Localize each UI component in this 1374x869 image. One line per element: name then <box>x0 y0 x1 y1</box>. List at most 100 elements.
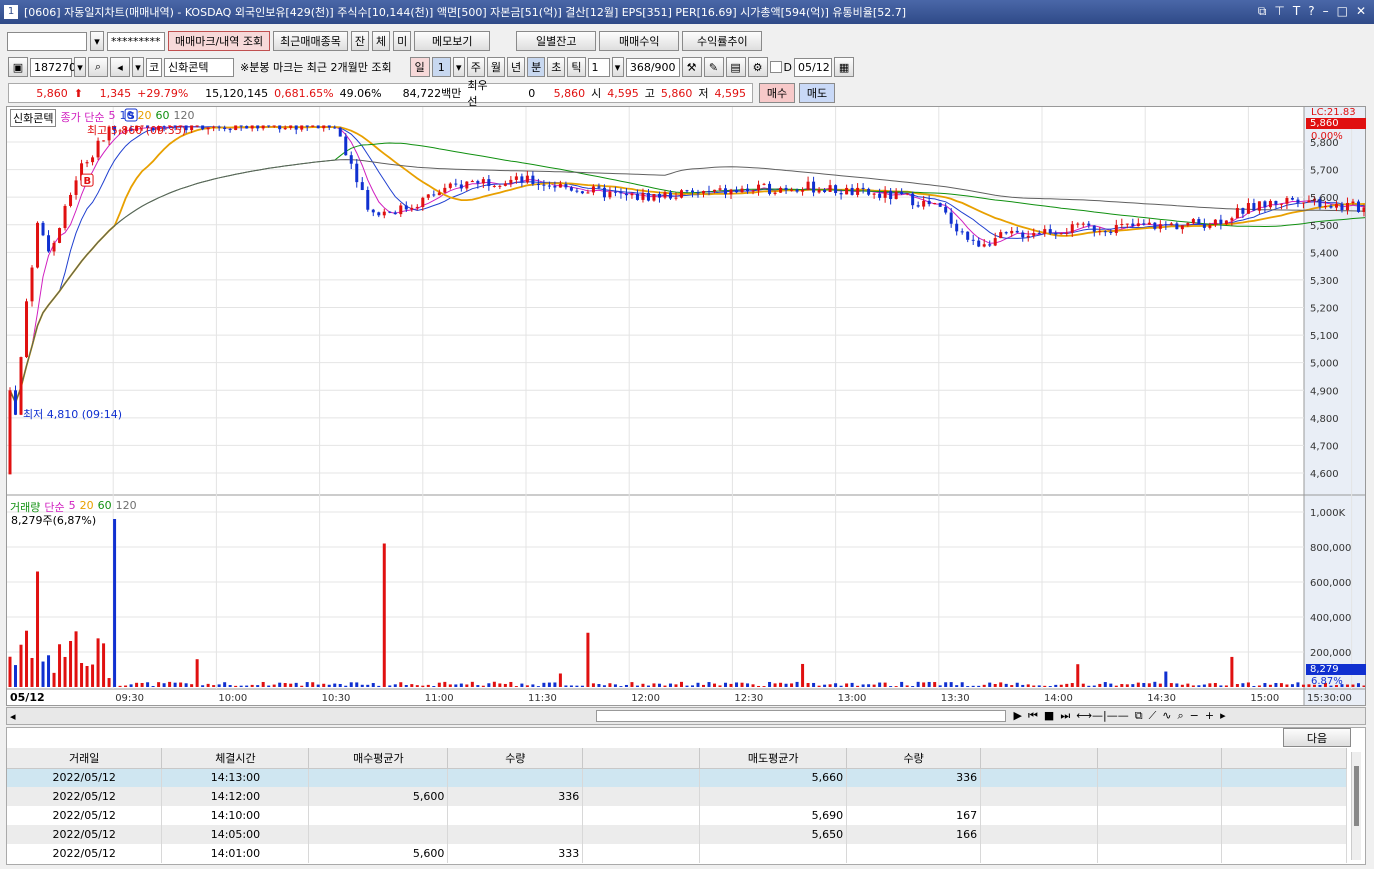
period-minute[interactable]: 분 <box>527 57 546 77</box>
interval-dropdown[interactable]: ▾ <box>611 57 624 77</box>
buy-button[interactable]: 매수 <box>759 83 795 103</box>
volume-bar <box>1158 683 1162 687</box>
low-price: 4,595 <box>714 86 747 100</box>
volume-bar <box>850 682 854 687</box>
save-icon[interactable]: ▤ <box>725 57 746 77</box>
zoom-out-icon[interactable]: − <box>1190 709 1199 723</box>
volume-bar <box>503 683 507 687</box>
volume-bar <box>828 684 832 687</box>
candle-body <box>1010 230 1014 234</box>
pin-icon[interactable]: ⊤ <box>1274 4 1284 19</box>
table-row[interactable]: 2022/05/12 14:12:00 5,600 336 <box>7 787 1348 806</box>
password-input[interactable]: ********* <box>107 31 165 51</box>
date-checkbox[interactable] <box>769 61 782 73</box>
table-cell: 336 <box>447 787 584 806</box>
close-icon[interactable]: ✕ <box>1356 4 1366 19</box>
table-cell <box>1097 825 1222 844</box>
zoom-slider-icon[interactable]: ⟷—|—— <box>1076 709 1128 723</box>
search-icon[interactable]: ⌕ <box>88 57 108 77</box>
magnify-icon[interactable]: ⌕ <box>1177 709 1183 723</box>
filled-button[interactable]: 체 <box>372 31 391 51</box>
candle-body <box>641 193 645 200</box>
candle-body <box>52 242 56 252</box>
volume-bar <box>305 682 309 687</box>
text-icon[interactable]: T <box>1293 4 1300 19</box>
stop-icon[interactable]: ■ <box>1044 709 1054 723</box>
candle-body <box>564 184 568 188</box>
candle-body <box>773 192 777 194</box>
up-arrow-icon: ⬆ <box>73 86 83 100</box>
period-day-count[interactable]: 1 <box>431 57 451 77</box>
candle-body <box>999 232 1003 239</box>
gear-icon[interactable]: ⚙ <box>747 57 768 77</box>
scroll-right-icon[interactable]: ▸ <box>1220 709 1226 723</box>
unfilled-button[interactable]: 미 <box>393 31 412 51</box>
chart-scrollbar[interactable]: ◂ ▶ ⏮ ■ ⏭ ⟷—|—— ⧉ ⟋ ∿ ⌕ − + ▸ <box>6 707 1366 725</box>
sound-icon[interactable]: ◂ <box>110 57 130 77</box>
calendar-icon[interactable]: ▦ <box>834 57 855 77</box>
period-month[interactable]: 월 <box>486 57 506 77</box>
recent-trades-button[interactable]: 최근매매종목 <box>273 31 348 51</box>
scroll-left-icon[interactable]: ◂ <box>10 710 16 723</box>
count-input[interactable]: 368/900 <box>625 57 680 77</box>
candle-body <box>327 125 331 128</box>
candle-body <box>36 222 40 268</box>
candle-body <box>1015 230 1019 233</box>
rewind-icon[interactable]: ⏮ <box>1028 709 1038 723</box>
code-dropdown[interactable]: ▾ <box>74 57 86 77</box>
volume-tick-label: 200,000 <box>1310 648 1351 659</box>
volume-bar <box>751 684 755 687</box>
wave-tool-icon[interactable]: ∿ <box>1162 709 1171 723</box>
period-dropdown[interactable]: ▾ <box>452 57 465 77</box>
table-row[interactable]: 2022/05/12 14:13:00 5,660 336 <box>7 768 1348 787</box>
sound-dropdown[interactable]: ▾ <box>132 57 144 77</box>
table-row[interactable]: 2022/05/12 14:01:00 5,600 333 <box>7 844 1348 863</box>
scroll-thumb[interactable] <box>595 710 1006 722</box>
chart-area[interactable]: BSBSSSB 5,8005,7005,6005,5005,4005,3005,… <box>6 106 1366 706</box>
zoom-in-icon[interactable]: + <box>1205 709 1214 723</box>
restore-icon[interactable]: ⧉ <box>1258 4 1267 19</box>
help-icon[interactable]: ? <box>1308 4 1314 19</box>
daily-balance-button[interactable]: 일별잔고 <box>516 31 597 51</box>
draw-icon[interactable]: ✎ <box>703 57 724 77</box>
next-button[interactable]: 다음 <box>1283 728 1351 747</box>
interval-input[interactable]: 1 <box>587 57 610 77</box>
sell-button[interactable]: 매도 <box>799 83 835 103</box>
vol-ma120-legend: 120 <box>115 499 137 512</box>
account-dropdown[interactable]: ▾ <box>90 31 104 51</box>
forward-icon[interactable]: ⏭ <box>1060 709 1070 723</box>
window-icon[interactable]: ⧉ <box>1135 709 1143 723</box>
period-second[interactable]: 초 <box>547 57 566 77</box>
vol-ma60-legend: 60 <box>97 499 112 512</box>
date-input[interactable]: 05/12 <box>794 57 833 77</box>
period-year[interactable]: 년 <box>507 57 526 77</box>
volume-bar <box>344 685 348 687</box>
code-input[interactable]: 187270 <box>30 57 76 77</box>
tools-icon[interactable]: ⚒ <box>681 57 702 77</box>
table-row[interactable]: 2022/05/12 14:10:00 5,690 167 <box>7 806 1348 825</box>
table-scrollbar[interactable] <box>1351 752 1361 860</box>
best-label: 최우선 <box>467 79 488 108</box>
period-tick[interactable]: 틱 <box>567 57 586 77</box>
table-scroll-thumb[interactable] <box>1354 766 1359 826</box>
price-chart-svg[interactable]: BSBSSSB 5,8005,7005,6005,5005,4005,3005,… <box>7 107 1365 705</box>
period-day[interactable]: 일 <box>409 57 430 77</box>
layout-icon[interactable]: ▣ <box>8 57 28 77</box>
table-cell <box>846 787 982 806</box>
memo-button[interactable]: 메모보기 <box>414 31 491 51</box>
trade-amount: 84,722백만 <box>402 87 462 100</box>
candle-body <box>1175 223 1179 230</box>
time-tick-label: 13:00 <box>838 693 867 704</box>
maximize-icon[interactable]: □ <box>1337 4 1348 19</box>
period-week[interactable]: 주 <box>466 57 485 77</box>
balance-button[interactable]: 잔 <box>350 31 370 51</box>
trade-profit-button[interactable]: 매매수익 <box>599 31 680 51</box>
minimize-icon[interactable]: – <box>1323 4 1329 19</box>
play-icon[interactable]: ▶ <box>1014 709 1022 723</box>
table-cell: 2022/05/12 <box>7 768 163 787</box>
account-input[interactable] <box>7 31 87 51</box>
line-tool-icon[interactable]: ⟋ <box>1149 709 1157 723</box>
mark-query-button[interactable]: 매매마크/내역 조회 <box>168 31 271 51</box>
profit-trend-button[interactable]: 수익률추이 <box>682 31 763 51</box>
table-row[interactable]: 2022/05/12 14:05:00 5,650 166 <box>7 825 1348 844</box>
